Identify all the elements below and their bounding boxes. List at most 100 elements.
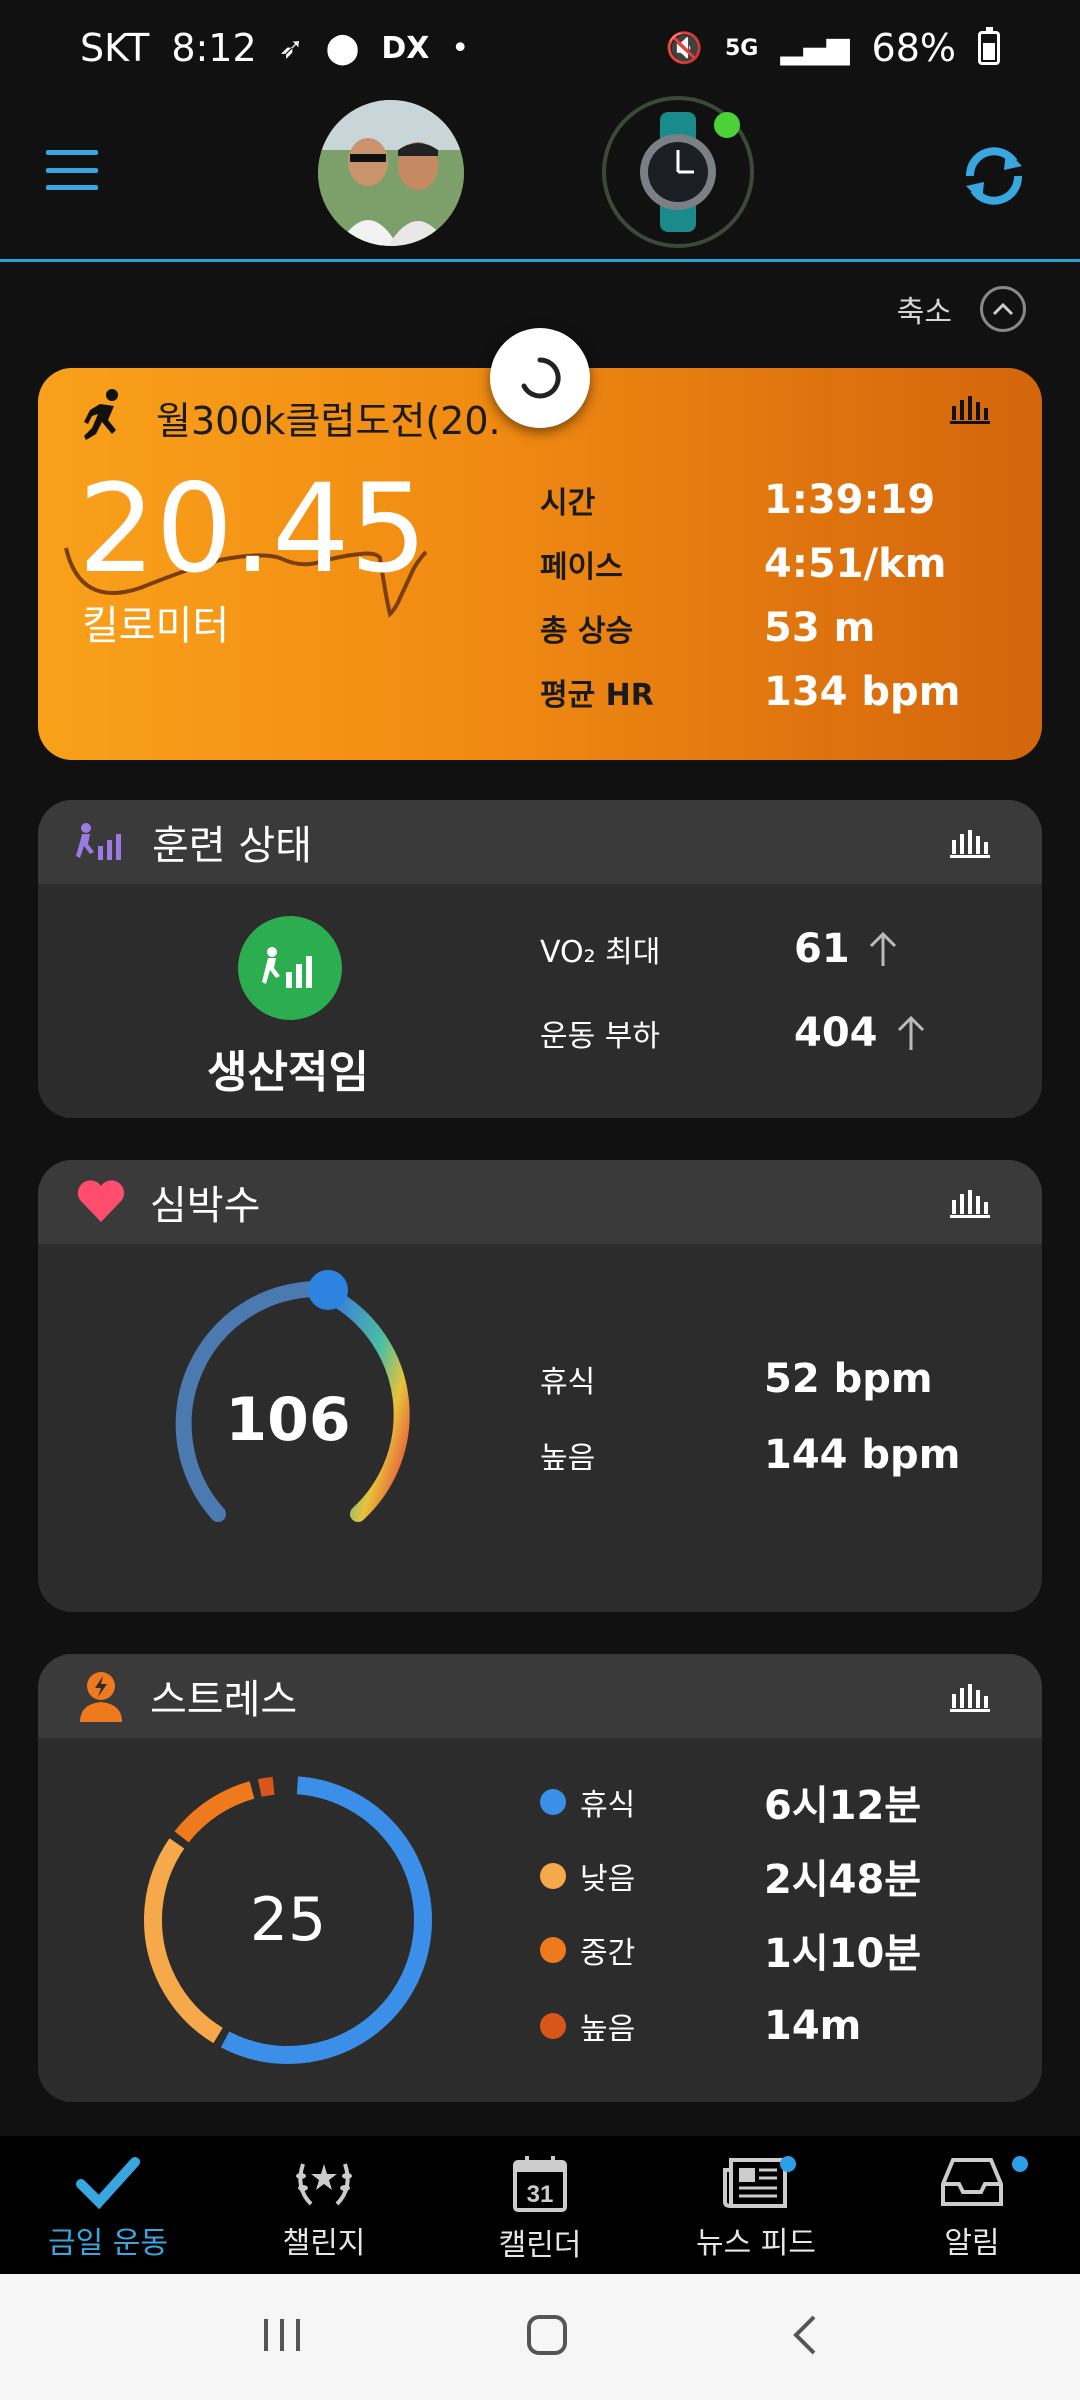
stress-label: 휴식 xyxy=(580,1788,636,1823)
stress-label: 낮음 xyxy=(580,1862,636,1897)
network-type-icon: 5G xyxy=(724,35,759,61)
battery-icon xyxy=(978,27,1000,65)
recent-apps-icon[interactable] xyxy=(260,2315,304,2359)
running-icon xyxy=(84,389,118,440)
legend-dot xyxy=(540,2013,566,2039)
bottom-navigation: 금일 운동 챌린지 31 캘린더 뉴스 피드 알림 xyxy=(0,2136,1080,2274)
arrow-up-icon xyxy=(869,931,896,966)
stress-value: 2시48분 xyxy=(764,1857,922,1903)
calendar-icon: 31 xyxy=(513,2156,567,2212)
nav-label: 챌린지 xyxy=(282,2226,366,2261)
profile-avatar[interactable] xyxy=(318,100,464,246)
collapse-toggle[interactable]: 축소 xyxy=(897,286,1026,332)
vo2max-value: 61 xyxy=(794,926,850,972)
metric-label: 평균 HR xyxy=(540,678,654,713)
nav-label: 금일 운동 xyxy=(48,2226,168,2261)
nav-calendar[interactable]: 31 캘린더 xyxy=(432,2136,648,2274)
inbox-icon xyxy=(941,2158,1003,2206)
bar-chart-icon[interactable] xyxy=(950,392,990,424)
connected-watch[interactable] xyxy=(602,96,754,248)
metric-value: 4:51/km xyxy=(764,541,947,587)
metric-value: 134 bpm xyxy=(764,669,961,715)
activity-title: 월300k클럽도전(20. xyxy=(156,399,501,443)
card-title: 훈련 상태 xyxy=(152,823,312,869)
bar-chart-icon[interactable] xyxy=(950,1186,990,1218)
metric-label: 총 상승 xyxy=(540,614,634,649)
activity-metrics: 시간 1:39:19 페이스 4:51/km 총 상승 53 m 평균 HR 1… xyxy=(540,468,1020,724)
collapse-label: 축소 xyxy=(896,295,952,330)
stress-high-row: 높음 14m xyxy=(540,1996,861,2056)
stress-medium-row: 중간 1시10분 xyxy=(540,1920,921,1980)
vo2max-row: VO₂ 최대 61 xyxy=(540,926,898,972)
stress-value: 14m xyxy=(764,2003,862,2049)
heart-icon xyxy=(77,1180,125,1222)
more-notifications-dot-icon: • xyxy=(451,30,470,66)
stress-value: 6시12분 xyxy=(764,1783,922,1829)
hamburger-menu-icon[interactable] xyxy=(46,150,98,190)
legend-dot xyxy=(540,1937,566,1963)
metric-pace: 페이스 4:51/km xyxy=(540,532,1020,596)
training-load-row: 운동 부하 404 xyxy=(540,1010,926,1056)
stress-value: 1시10분 xyxy=(764,1931,922,1977)
mute-icon: 🔇 xyxy=(665,30,703,66)
stress-level-value: 25 xyxy=(249,1885,327,1955)
distance-unit: 킬로미터 xyxy=(82,603,230,649)
status-bar: SKT 8:12 ➶ ⬤ DX • 🔇 5G ▂▄▆ 68% xyxy=(0,0,1080,96)
legend-dot xyxy=(540,1789,566,1815)
card-title: 스트레스 xyxy=(150,1677,298,1723)
nav-today[interactable]: 금일 운동 xyxy=(0,2136,216,2274)
training-status-icon xyxy=(76,823,121,860)
current-heart-rate: 106 xyxy=(225,1385,351,1455)
bar-chart-icon[interactable] xyxy=(950,1680,990,1712)
signal-icon: ▂▄▆ xyxy=(780,30,850,66)
home-icon[interactable] xyxy=(525,2313,569,2361)
svg-text:31: 31 xyxy=(527,2181,554,2208)
resting-hr-row: 휴식 52 bpm xyxy=(540,1356,933,1402)
chevron-up-icon xyxy=(980,286,1026,332)
unread-dot xyxy=(1012,2156,1028,2172)
strava-icon: ➶ xyxy=(278,30,304,66)
nav-label: 캘린더 xyxy=(498,2228,582,2263)
unread-dot xyxy=(780,2156,796,2172)
heart-rate-card[interactable]: 심박수 106 휴식 52 bpm 높음 144 bpm xyxy=(38,1160,1042,1612)
distance-value: 20.45 xyxy=(78,458,428,600)
training-load-value: 404 xyxy=(794,1010,878,1056)
bar-chart-icon[interactable] xyxy=(950,826,990,858)
battery-percent: 68% xyxy=(871,26,956,70)
training-status-text: 생산적임 xyxy=(207,1047,369,1098)
check-icon xyxy=(76,2157,140,2210)
connection-status-dot xyxy=(714,112,740,138)
card-header: 심박수 xyxy=(38,1160,1042,1244)
card-header: 훈련 상태 xyxy=(38,800,1042,884)
nav-label: 뉴스 피드 xyxy=(696,2226,816,2261)
stress-low-row: 낮음 2시48분 xyxy=(540,1846,921,1906)
card-title: 심박수 xyxy=(150,1183,261,1229)
stress-card[interactable]: 스트레스 25 휴식 6시12분 낮음 2시48분 중간 1시10분 높음 14… xyxy=(38,1654,1042,2102)
sync-icon[interactable] xyxy=(956,138,1032,214)
training-load-label: 운동 부하 xyxy=(540,1019,660,1054)
training-status-card[interactable]: 훈련 상태 생산적임 VO₂ 최대 61 운동 부하 404 xyxy=(38,800,1042,1118)
system-navigation-bar xyxy=(0,2274,1080,2400)
back-icon[interactable] xyxy=(790,2313,820,2361)
app-header xyxy=(0,96,1080,262)
nav-challenges[interactable]: 챌린지 xyxy=(216,2136,432,2274)
vo2max-label: VO₂ 최대 xyxy=(540,935,661,970)
metric-label: 페이스 xyxy=(540,550,623,585)
resting-hr-label: 휴식 xyxy=(540,1365,596,1400)
loading-spinner xyxy=(490,328,590,428)
metric-value: 53 m xyxy=(764,605,876,651)
nav-newsfeed[interactable]: 뉴스 피드 xyxy=(648,2136,864,2274)
metric-ascent: 총 상승 53 m xyxy=(540,596,1020,660)
resting-hr-value: 52 bpm xyxy=(764,1356,933,1402)
carrier-label: SKT xyxy=(80,26,150,70)
stress-label: 높음 xyxy=(580,2012,636,2047)
high-hr-row: 높음 144 bpm xyxy=(540,1432,960,1478)
app-notification-icon: ⬤ xyxy=(325,30,360,66)
stress-label: 중간 xyxy=(580,1936,636,1971)
arrow-up-icon xyxy=(897,1015,924,1050)
stress-rest-row: 휴식 6시12분 xyxy=(540,1772,921,1832)
high-hr-label: 높음 xyxy=(540,1441,596,1476)
nav-notifications[interactable]: 알림 xyxy=(864,2136,1080,2274)
legend-dot xyxy=(540,1863,566,1889)
watch-icon xyxy=(640,112,716,232)
